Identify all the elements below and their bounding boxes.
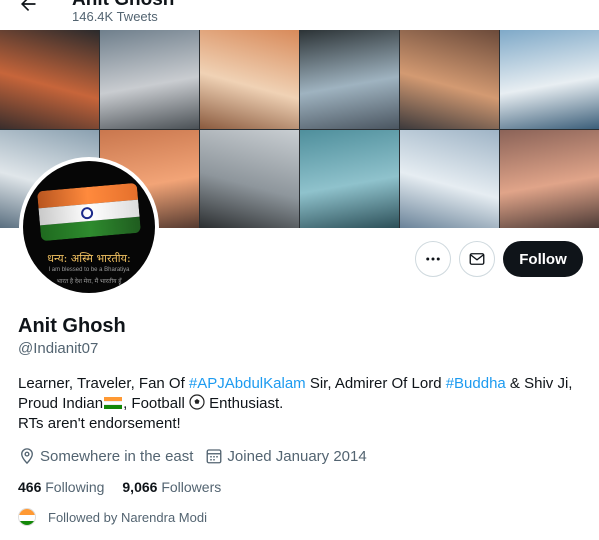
followed-by-text: Followed by Narendra Modi xyxy=(48,509,207,525)
bio-text: Sir, Admirer Of Lord xyxy=(305,375,446,392)
profile-name: Anit Ghosh xyxy=(18,315,126,337)
banner-photo-tile xyxy=(200,30,299,129)
back-button[interactable] xyxy=(14,0,42,17)
location-pin-icon xyxy=(21,448,33,465)
back-arrow-icon xyxy=(21,0,36,11)
tweet-count: 146.4K Tweets xyxy=(72,9,158,24)
bio-text: Proud Indian xyxy=(18,395,104,412)
profile-header-bar: Anit Ghosh 146.4K Tweets xyxy=(0,0,599,30)
envelope-icon xyxy=(469,253,485,265)
follow-button[interactable]: Follow xyxy=(503,241,583,277)
calendar-icon xyxy=(206,449,222,464)
avatar-caption-english: I am blessed to be a Bharatiya xyxy=(48,267,130,273)
avatar-caption-hindi: भारत है देश मेरा, मैं भारतीय हूँ xyxy=(56,279,122,285)
banner-photo-tile xyxy=(400,129,499,228)
ashoka-chakra-icon xyxy=(80,206,94,220)
message-button[interactable] xyxy=(459,241,495,277)
bio-text: , Football xyxy=(123,395,189,412)
banner-photo-tile xyxy=(400,30,499,129)
india-flag-emoji-icon xyxy=(104,397,123,409)
followed-by-link[interactable]: Followed by Narendra Modi xyxy=(18,508,207,526)
banner-photo-tile xyxy=(300,30,399,129)
avatar-image: धन्य: अस्मि भारतीय: I am blessed to be a… xyxy=(23,161,155,293)
profile-handle: @Indianit07 xyxy=(18,340,99,357)
followers-link[interactable]: 9,066 Followers xyxy=(122,479,221,495)
banner-photo-tile xyxy=(100,30,199,129)
avatar-caption: धन्य: अस्मि भारतीय: xyxy=(47,252,131,265)
bio-text: & Shiv Ji, xyxy=(505,375,573,392)
profile-bio: Learner, Traveler, Fan Of #APJAbdulKalam… xyxy=(18,374,588,434)
followers-label: Followers xyxy=(161,479,222,495)
banner-photo-tile xyxy=(0,30,99,129)
bio-text: Learner, Traveler, Fan Of xyxy=(18,375,189,392)
profile-avatar[interactable]: धन्य: अस्मि भारतीय: I am blessed to be a… xyxy=(19,157,159,297)
follow-stats: 466 Following 9,066 Followers xyxy=(18,479,239,495)
more-dots-icon xyxy=(426,257,440,261)
profile-meta: Somewhere in the east Joined January 201… xyxy=(18,446,379,466)
following-label: Following xyxy=(45,479,105,495)
location-text: Somewhere in the east xyxy=(40,447,194,465)
soccer-ball-emoji-icon xyxy=(189,394,205,410)
joined-text: Joined January 2014 xyxy=(227,447,367,465)
bio-text: RTs aren't endorsement! xyxy=(18,415,181,432)
banner-photo-tile xyxy=(500,129,599,228)
more-options-button[interactable] xyxy=(415,241,451,277)
banner-photo-tile xyxy=(200,129,299,228)
hashtag-link-apj[interactable]: #APJAbdulKalam xyxy=(189,375,306,392)
joined-item: Joined January 2014 xyxy=(205,447,367,465)
banner-photo-tile xyxy=(300,129,399,228)
indian-flag-graphic xyxy=(37,182,141,242)
bio-text: Enthusiast. xyxy=(204,395,284,412)
banner-photo-tile xyxy=(500,30,599,129)
follower-avatar xyxy=(18,508,36,526)
following-link[interactable]: 466 Following xyxy=(18,479,104,495)
following-count: 466 xyxy=(18,479,42,495)
followers-count: 9,066 xyxy=(122,479,158,495)
location-item: Somewhere in the east xyxy=(18,447,193,465)
hashtag-link-buddha[interactable]: #Buddha xyxy=(446,375,506,392)
